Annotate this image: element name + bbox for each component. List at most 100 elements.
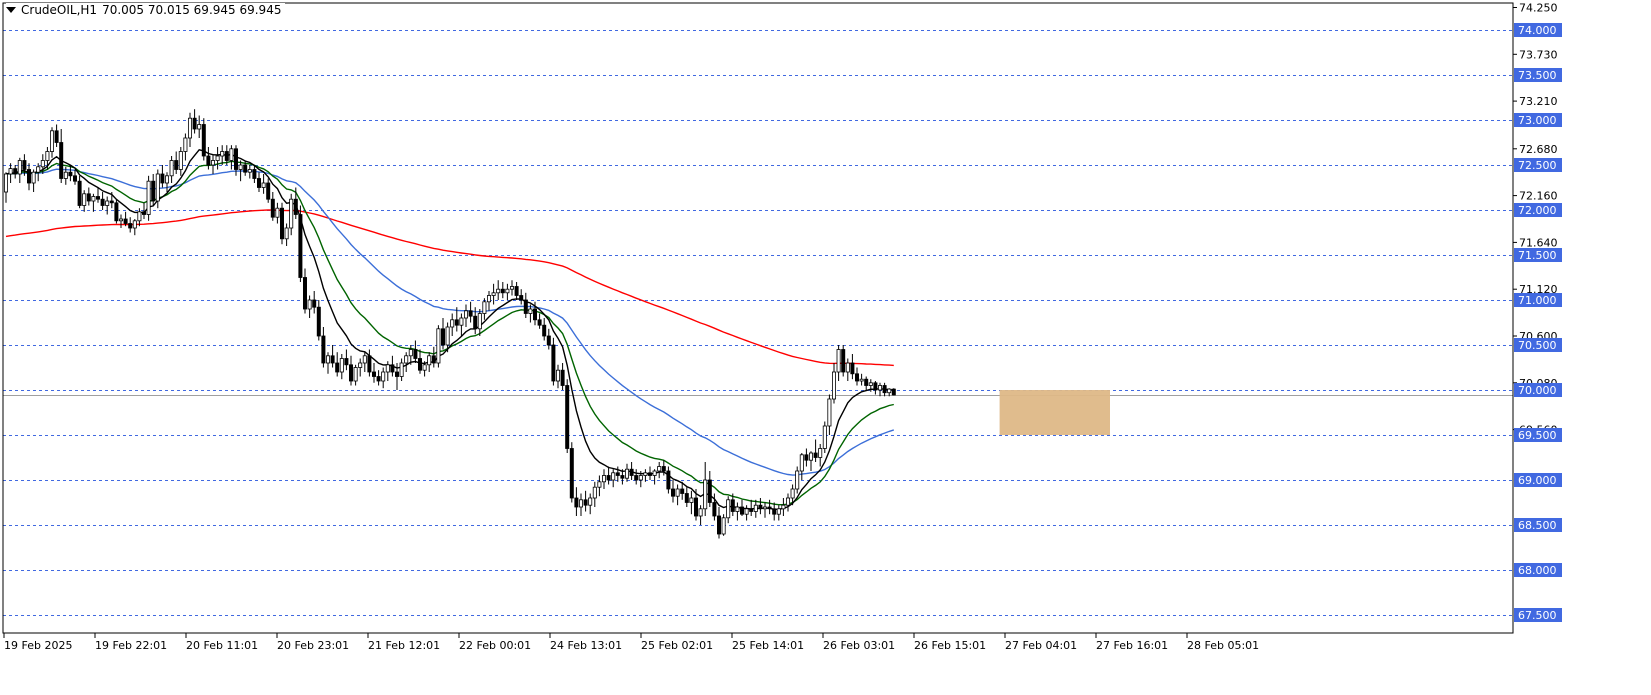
candle (201, 118, 206, 161)
level-price-label: 68.500 (1518, 519, 1557, 532)
level-price-label: 74.000 (1518, 24, 1557, 37)
candle-body-down (376, 376, 381, 382)
x-tick-label: 24 Feb 13:01 (550, 639, 622, 652)
candle-body-up (611, 472, 616, 481)
candle-body-down (569, 448, 574, 499)
candle-body-down (293, 198, 298, 215)
candle-body-up (404, 355, 409, 364)
candle-body-up (82, 193, 87, 206)
candle (864, 376, 869, 390)
candle-body-down (694, 497, 699, 517)
level-price-label: 71.500 (1518, 249, 1557, 262)
candle-body-down (252, 169, 257, 179)
candle (832, 363, 837, 404)
candle-body-down (523, 299, 528, 314)
candle (891, 388, 896, 396)
candle-body-up (652, 470, 657, 476)
candle-body-up (187, 117, 192, 139)
candle-body-down (123, 218, 128, 224)
x-tick-label: 20 Feb 23:01 (277, 639, 349, 652)
candle-body-up (726, 499, 731, 519)
candle-body-down (542, 324, 547, 337)
candle-body-up (105, 200, 110, 206)
candle-body-up (887, 388, 892, 394)
candle (486, 291, 491, 311)
candle (339, 354, 344, 380)
candle-body-up (178, 151, 183, 170)
candle-body-up (486, 295, 491, 303)
candle (542, 318, 547, 341)
candle-body-up (703, 479, 708, 510)
candle-body-down (77, 180, 82, 206)
dropdown-triangle-icon[interactable] (6, 7, 16, 13)
candle-body-down (86, 193, 91, 202)
candle (169, 156, 174, 183)
candle-body-up (781, 504, 786, 510)
candle-body-down (201, 124, 206, 157)
candle-body-down (128, 223, 133, 229)
candle (215, 147, 220, 170)
candle (707, 471, 712, 507)
candle (666, 466, 671, 494)
candle-body-up (528, 308, 533, 314)
candle (132, 219, 137, 236)
candle-body-down (749, 508, 754, 512)
candle-body-up (735, 506, 740, 512)
candle-body-down (298, 214, 303, 278)
candle-body-down (533, 308, 538, 321)
candle-body-up (763, 506, 768, 510)
chart-area[interactable]: 74.250 73.730 73.210 72.680 72.160 71.640 71.1… (0, 0, 1651, 691)
x-tick-label: 27 Feb 16:01 (1096, 639, 1168, 652)
candle-body-up (827, 398, 832, 427)
candle-body-down (367, 355, 372, 373)
candle-body-down (413, 349, 418, 359)
candle-body-up (505, 288, 510, 294)
symbol-timeframe: CrudeOIL,H1 (21, 3, 98, 17)
candle (477, 309, 482, 336)
candle-body-up (445, 326, 450, 346)
candle-body-down (855, 373, 860, 382)
candle (4, 172, 9, 203)
candle-body-down (606, 475, 611, 481)
candle-body-down (730, 499, 735, 512)
candle-body-up (284, 227, 289, 240)
candle (648, 466, 653, 480)
candle (220, 145, 225, 165)
candle-body-down (174, 160, 179, 170)
candle (592, 481, 597, 507)
candle-body-up (215, 155, 220, 161)
candle-body-up (878, 385, 883, 391)
candle (358, 358, 363, 377)
candle (284, 223, 289, 246)
support-zone (999, 390, 1110, 435)
candle-body-up (625, 468, 630, 479)
candle-body-down (417, 358, 422, 371)
candle-body-down (717, 515, 722, 535)
candle-body-up (381, 371, 386, 382)
y-tick-label: 72.680 (1519, 143, 1558, 156)
candle (491, 283, 496, 305)
candle (675, 484, 680, 506)
candle (335, 352, 340, 377)
candle-body-up (137, 211, 142, 222)
candle-body-down (114, 202, 119, 222)
candle (776, 505, 781, 521)
level-price-label: 72.000 (1518, 204, 1557, 217)
candle (261, 174, 266, 194)
candle (321, 327, 326, 368)
candle-body-up (859, 378, 864, 382)
candle-body-down (141, 211, 146, 215)
candle-body-down (390, 364, 395, 373)
candle (399, 358, 404, 381)
x-tick-label: 26 Feb 03:01 (823, 639, 895, 652)
price-chart[interactable]: 74.25073.73073.21072.68072.16071.64071.1… (0, 0, 1651, 691)
candle-body-up (597, 481, 602, 488)
candle (859, 373, 864, 386)
candle (77, 175, 82, 209)
candle (463, 304, 468, 327)
candle (353, 364, 358, 386)
candle (8, 163, 13, 183)
candle-body-down (804, 454, 809, 461)
candle-body-up (721, 517, 726, 535)
candle-body-up (675, 488, 680, 497)
